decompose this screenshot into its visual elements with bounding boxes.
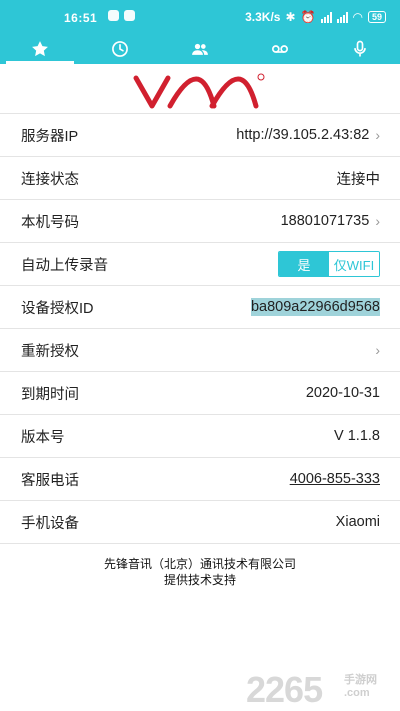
- settings-list: 服务器IP http://39.105.2.43:82 › 连接状态 连接中 本机…: [0, 113, 400, 544]
- status-bar: 16:51 3.3K/s ✱ ⏰ ◠ 59: [0, 0, 400, 34]
- chevron-right-icon: ›: [375, 127, 380, 143]
- alarm-icon: ⏰: [300, 10, 316, 24]
- toggle-option-yes[interactable]: 是: [279, 252, 329, 276]
- tab-contacts[interactable]: [160, 34, 240, 64]
- tab-bar: [0, 34, 400, 64]
- footer-support: 提供技术支持: [163, 573, 236, 587]
- notification-icon: [124, 10, 135, 21]
- row-label: 本机号码: [21, 214, 79, 231]
- microphone-icon: [354, 40, 366, 57]
- vaa-logo-mark: [133, 73, 265, 109]
- tab-history[interactable]: [80, 34, 160, 64]
- voicemail-icon: [272, 45, 288, 53]
- row-label: 版本号: [21, 429, 65, 446]
- reauthorize-row[interactable]: 重新授权 ›: [0, 328, 400, 371]
- footer-company: 先锋音讯（北京）通讯技术有限公司: [103, 557, 296, 571]
- chevron-right-icon: ›: [375, 342, 380, 358]
- device-model-row: 手机设备 Xiaomi: [0, 500, 400, 544]
- network-speed: 3.3K/s: [245, 10, 281, 24]
- row-value: 18801071735 ›: [281, 213, 380, 229]
- auto-upload-row: 自动上传录音 是 仅WIFI: [0, 242, 400, 285]
- status-time: 16:51: [64, 11, 98, 25]
- support-phone-row: 客服电话 4006-855-333: [0, 457, 400, 500]
- status-right: 3.3K/s ✱ ⏰ ◠ 59: [245, 10, 386, 24]
- chevron-right-icon: ›: [375, 213, 380, 229]
- row-value: http://39.105.2.43:82 ›: [236, 127, 380, 143]
- vaa-logo: [0, 66, 400, 116]
- star-icon: [32, 41, 48, 57]
- version-row: 版本号 V 1.1.8: [0, 414, 400, 457]
- phone-number-row[interactable]: 本机号码 18801071735 ›: [0, 199, 400, 242]
- phone-number-value: 18801071735: [280, 213, 370, 229]
- tab-recording[interactable]: [320, 34, 400, 64]
- bluetooth-icon: ✱: [285, 10, 296, 24]
- row-label: 服务器IP: [21, 128, 79, 145]
- watermark-text: 手游网: [344, 674, 377, 686]
- device-model-value: Xiaomi: [335, 514, 380, 530]
- clock-icon: [112, 41, 128, 57]
- connection-status-row: 连接状态 连接中: [0, 156, 400, 199]
- watermark-number: 2265: [246, 669, 323, 710]
- watermark-domain: .com: [344, 687, 370, 699]
- version-value: V 1.1.8: [334, 428, 380, 444]
- notification-icons: [108, 10, 135, 21]
- notification-icon: [108, 10, 119, 21]
- server-ip-row[interactable]: 服务器IP http://39.105.2.43:82 ›: [0, 113, 400, 156]
- row-label: 连接状态: [21, 171, 79, 188]
- auto-upload-toggle: 是 仅WIFI: [278, 251, 380, 277]
- row-label: 手机设备: [21, 515, 79, 532]
- support-phone-link[interactable]: 4006-855-333: [290, 471, 380, 487]
- wifi-icon: ◠: [352, 10, 363, 24]
- battery-icon: 59: [367, 11, 386, 23]
- footer: 先锋音讯（北京）通讯技术有限公司 提供技术支持: [0, 556, 400, 588]
- row-label: 设备授权ID: [21, 300, 94, 317]
- expiry-date-row: 到期时间 2020-10-31: [0, 371, 400, 414]
- toggle-option-wifi-only[interactable]: 仅WIFI: [329, 252, 379, 276]
- row-label: 到期时间: [21, 386, 79, 403]
- expiry-date-value: 2020-10-31: [305, 385, 380, 401]
- tab-voicemail[interactable]: [240, 34, 320, 64]
- watermark: 2265 手游网 .com: [246, 669, 396, 710]
- contacts-icon: [192, 43, 208, 55]
- device-auth-id-value[interactable]: ba809a22966d9568: [250, 298, 380, 316]
- row-label: 自动上传录音: [21, 257, 108, 274]
- device-auth-id-row: 设备授权ID ba809a22966d9568: [0, 285, 400, 328]
- tab-favorites[interactable]: [0, 34, 80, 64]
- row-label: 重新授权: [21, 343, 79, 360]
- signal-icon: [320, 11, 332, 23]
- server-ip-value: http://39.105.2.43:82: [236, 127, 370, 143]
- signal-icon: [336, 11, 348, 23]
- connection-status-value: 连接中: [336, 171, 381, 188]
- row-label: 客服电话: [21, 472, 79, 489]
